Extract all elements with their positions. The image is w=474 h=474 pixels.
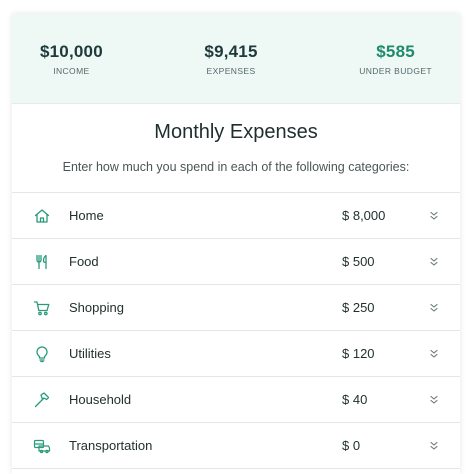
income-stat: $10,000 INCOME	[40, 42, 103, 76]
category-amount[interactable]: $ 120	[342, 346, 375, 361]
category-name: Household	[69, 392, 132, 407]
category-amount[interactable]: $ 0	[342, 438, 360, 453]
category-amount[interactable]: $ 40	[342, 392, 367, 407]
under-budget-label: UNDER BUDGET	[359, 65, 432, 76]
category-row-transportation[interactable]: Transportation $ 0	[12, 423, 460, 469]
under-budget-value: $585	[376, 41, 415, 61]
budget-summary: $10,000 INCOME $9,415 EXPENSES $585 UNDE…	[12, 14, 460, 104]
income-value: $10,000	[40, 41, 103, 61]
chevron-down-icon[interactable]	[428, 440, 440, 452]
income-label: INCOME	[53, 65, 90, 76]
expenses-header: Monthly Expenses Enter how much you spen…	[12, 104, 460, 192]
category-name: Food	[69, 254, 99, 269]
budget-card: $10,000 INCOME $9,415 EXPENSES $585 UNDE…	[12, 14, 460, 474]
page-title: Monthly Expenses	[154, 121, 318, 143]
hammer-icon	[33, 391, 51, 409]
chevron-down-icon[interactable]	[428, 256, 440, 268]
chevron-down-icon[interactable]	[428, 210, 440, 222]
category-amount[interactable]: $ 500	[342, 254, 375, 269]
category-row-home[interactable]: Home $ 8,000	[12, 193, 460, 239]
expenses-value: $9,415	[204, 41, 258, 61]
home-icon	[33, 207, 51, 225]
category-row-utilities[interactable]: Utilities $ 120	[12, 331, 460, 377]
chevron-down-icon[interactable]	[428, 394, 440, 406]
expenses-label: EXPENSES	[206, 65, 256, 76]
category-amount[interactable]: $ 8,000	[342, 208, 385, 223]
fork-knife-icon	[33, 253, 51, 271]
category-name: Home	[69, 208, 104, 223]
category-amount[interactable]: $ 250	[342, 300, 375, 315]
category-row-household[interactable]: Household $ 40	[12, 377, 460, 423]
page-subtitle: Enter how much you spend in each of the …	[62, 160, 410, 174]
shopping-cart-icon	[33, 299, 51, 317]
vehicles-icon	[33, 437, 51, 455]
category-row-food[interactable]: Food $ 500	[12, 239, 460, 285]
category-name: Utilities	[69, 346, 111, 361]
expenses-stat: $9,415 EXPENSES	[204, 42, 257, 76]
lightbulb-icon	[33, 345, 51, 363]
category-name: Shopping	[69, 300, 124, 315]
category-row-shopping[interactable]: Shopping $ 250	[12, 285, 460, 331]
chevron-down-icon[interactable]	[428, 302, 440, 314]
chevron-down-icon[interactable]	[428, 348, 440, 360]
category-list: Home $ 8,000 Food $ 500 Shopping $ 250 U…	[12, 192, 460, 469]
under-budget-stat: $585 UNDER BUDGET	[359, 42, 432, 76]
category-name: Transportation	[69, 438, 153, 453]
